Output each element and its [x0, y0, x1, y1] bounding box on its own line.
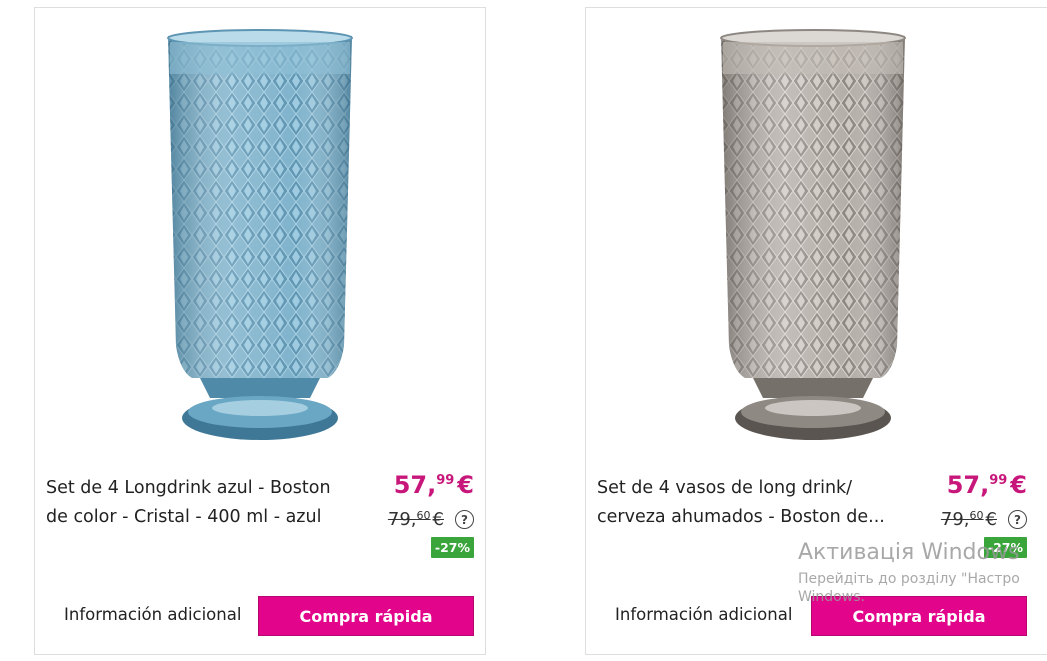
- current-price: 57,99 €: [947, 471, 1027, 499]
- product-title[interactable]: Set de 4 Longdrink azul - Boston de colo…: [46, 474, 346, 532]
- price-help-icon[interactable]: ?: [455, 510, 474, 529]
- old-price: 79,60 €: [388, 509, 444, 530]
- old-price-integer: 79,: [940, 509, 970, 530]
- additional-info-link[interactable]: Información adicional: [615, 605, 792, 624]
- current-price: 57,99 €: [394, 471, 474, 499]
- price-decimals: 99: [989, 473, 1008, 488]
- product-image[interactable]: [586, 8, 1047, 458]
- old-price-decimals: 60: [416, 509, 431, 522]
- price-integer: 57,: [393, 471, 437, 499]
- product-image[interactable]: [35, 8, 485, 458]
- price-currency: €: [1010, 471, 1027, 499]
- price-integer: 57,: [946, 471, 990, 499]
- product-card[interactable]: Set de 4 vasos de long drink/ cerveza ah…: [585, 7, 1047, 655]
- product-title-line: Set de 4 vasos de long drink/: [597, 478, 853, 498]
- blue-glass-image: [167, 29, 353, 440]
- product-card[interactable]: Set de 4 Longdrink azul - Boston de colo…: [34, 7, 486, 655]
- old-price-decimals: 60: [969, 509, 984, 522]
- product-title-line: de color - Cristal - 400 ml - azul: [46, 507, 322, 527]
- old-price-currency: €: [432, 509, 444, 530]
- product-title-line: Set de 4 Longdrink azul - Boston: [46, 478, 331, 498]
- additional-info-link[interactable]: Información adicional: [64, 605, 241, 624]
- quick-buy-button[interactable]: Compra rápida: [811, 596, 1027, 636]
- old-price: 79,60 €: [941, 509, 997, 530]
- discount-badge: -27%: [983, 537, 1027, 558]
- old-price-integer: 79,: [387, 509, 417, 530]
- product-title-line: cerveza ahumados - Boston de...: [597, 507, 885, 527]
- product-title[interactable]: Set de 4 vasos de long drink/ cerveza ah…: [597, 474, 897, 532]
- price-help-icon[interactable]: ?: [1008, 510, 1027, 529]
- price-decimals: 99: [436, 473, 455, 488]
- price-currency: €: [457, 471, 474, 499]
- old-price-row: 79,60 € ?: [388, 509, 474, 530]
- discount-badge: -27%: [430, 537, 474, 558]
- smoke-glass-image: [719, 29, 906, 440]
- old-price-row: 79,60 € ?: [941, 509, 1027, 530]
- quick-buy-button[interactable]: Compra rápida: [258, 596, 474, 636]
- old-price-currency: €: [985, 509, 997, 530]
